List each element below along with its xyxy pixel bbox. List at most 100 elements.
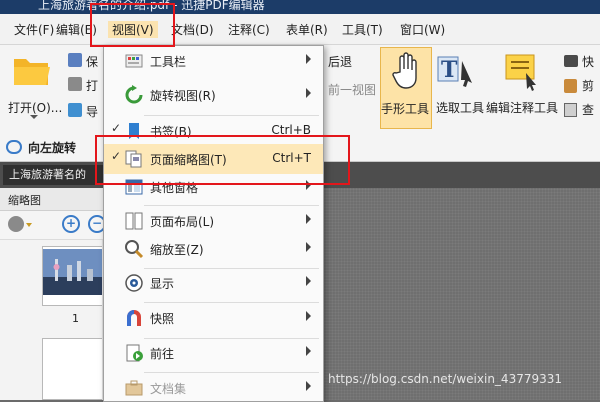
- bookmark-icon: [124, 121, 144, 141]
- menu-item-snapshot[interactable]: 快照: [104, 303, 323, 333]
- menu-item-zoom-to[interactable]: 缩放至(Z): [104, 234, 323, 264]
- page-number-label: 1: [72, 312, 79, 325]
- menu-item-page-thumbnails[interactable]: ✓ 页面缩略图(T) Ctrl+T: [104, 144, 323, 174]
- menu-item-display[interactable]: 显示: [104, 268, 323, 298]
- menu-item-label: 显示: [150, 277, 175, 291]
- document-tab[interactable]: 上海旅游著名的: [3, 165, 109, 185]
- submenu-arrow-icon: [306, 346, 311, 356]
- hand-tool-button[interactable]: 手形工具: [380, 47, 432, 129]
- open-button[interactable]: 打开(O)...: [6, 51, 63, 121]
- document-set-icon: [124, 378, 144, 398]
- hand-icon: [392, 52, 417, 89]
- open-dropdown-icon[interactable]: [30, 115, 38, 119]
- menu-item-label: 工具栏: [150, 55, 187, 69]
- page-thumbnail-2[interactable]: [42, 338, 104, 400]
- page-layout-icon: [124, 211, 144, 231]
- export-label: 导: [86, 105, 99, 119]
- quick-label: 快: [582, 55, 595, 69]
- menu-item-label: 前往: [150, 347, 175, 361]
- open-label: 打开(O)...: [8, 101, 63, 115]
- save-label: 保: [86, 55, 99, 69]
- print-label: 打: [86, 79, 99, 93]
- title-bar: 上海旅游著名的介绍.pdf - 迅捷PDF编辑器: [0, 0, 600, 14]
- menu-edit[interactable]: 编辑(E): [56, 21, 97, 38]
- search-button[interactable]: 查: [564, 101, 598, 119]
- export-button[interactable]: 导: [68, 101, 102, 121]
- menu-item-label: 其他窗格: [150, 181, 199, 195]
- check-icon: ✓: [111, 121, 122, 135]
- menu-item-shortcut: Ctrl+B: [271, 123, 311, 137]
- edit-annotation-tool-button[interactable]: 编辑注释工具: [486, 47, 560, 129]
- submenu-arrow-icon: [306, 381, 311, 391]
- display-icon: [124, 273, 144, 293]
- hand-tool-label: 手形工具: [381, 102, 430, 116]
- menu-item-label: 文档集: [150, 382, 187, 396]
- toolbar-icon: [124, 51, 144, 71]
- thumbnail-toolbar: + −: [0, 211, 108, 240]
- menu-item-shortcut: Ctrl+T: [272, 151, 311, 165]
- camera-icon: [564, 55, 578, 67]
- zoom-in-icon[interactable]: +: [62, 215, 80, 233]
- window-title: 上海旅游著名的介绍.pdf - 迅捷PDF编辑器: [38, 0, 265, 12]
- annotation-icon: [505, 54, 536, 91]
- settings-dropdown-icon[interactable]: [26, 223, 32, 227]
- print-icon: [68, 77, 82, 91]
- thumbnail-panel-header: 缩略图: [0, 188, 108, 211]
- select-tool-label: 选取工具: [436, 101, 485, 115]
- menu-item-label: 书签(B): [150, 125, 192, 139]
- menu-window[interactable]: 窗口(W): [400, 21, 445, 38]
- menu-item-label: 缩放至(Z): [150, 243, 204, 257]
- menu-item-label: 快照: [150, 312, 175, 326]
- menu-item-rotate-view[interactable]: 旋转视图(R): [104, 80, 323, 110]
- previous-view-button[interactable]: 前一视图: [328, 81, 376, 98]
- submenu-arrow-icon: [306, 311, 311, 321]
- view-menu-dropdown: 工具栏 旋转视图(R) ✓ 书签(B) Ctrl+B ✓ 页面缩略图(T) Ct…: [103, 45, 324, 402]
- submenu-arrow-icon: [306, 88, 311, 98]
- save-icon: [68, 53, 82, 67]
- save-button[interactable]: 保: [68, 51, 102, 71]
- back-button[interactable]: 后退: [328, 53, 352, 70]
- submenu-arrow-icon: [306, 180, 311, 190]
- menu-file[interactable]: 文件(F): [14, 21, 54, 38]
- menu-document[interactable]: 文档(D): [171, 21, 214, 38]
- settings-gear-icon[interactable]: [8, 216, 24, 232]
- menu-item-label: 页面缩略图(T): [150, 153, 227, 167]
- thumbnail-list: 1: [0, 240, 104, 400]
- rotate-view-icon: [124, 85, 144, 105]
- menu-comment[interactable]: 注释(C): [228, 21, 270, 38]
- edit-annotation-label: 编辑注释工具: [486, 101, 559, 115]
- thumbnail-panel: 缩略图 + − 1: [0, 188, 109, 400]
- submenu-arrow-icon: [306, 214, 311, 224]
- thumbnail-panel-title: 缩略图: [8, 194, 41, 207]
- clipboard-label: 剪: [582, 79, 595, 93]
- svg-text:T: T: [441, 57, 458, 83]
- page-thumbnail-icon: [124, 149, 144, 169]
- print-button[interactable]: 打: [68, 75, 102, 95]
- submenu-arrow-icon: [306, 54, 311, 64]
- select-text-icon: T: [437, 56, 472, 87]
- submenu-arrow-icon: [306, 276, 311, 286]
- menu-form[interactable]: 表单(R): [286, 21, 328, 38]
- menu-view[interactable]: 视图(V): [108, 21, 158, 38]
- watermark-text: https://blog.csdn.net/weixin_43779331: [328, 372, 563, 386]
- other-panes-icon: [124, 177, 144, 197]
- menu-item-go-to[interactable]: 前往: [104, 338, 323, 368]
- menu-item-toolbar[interactable]: 工具栏: [104, 46, 323, 76]
- menu-item-document-set[interactable]: 文档集: [104, 373, 323, 401]
- export-icon: [68, 103, 82, 117]
- menu-item-page-layout[interactable]: 页面布局(L): [104, 206, 323, 236]
- skyline-thumbnail-image: [43, 249, 103, 295]
- rotate-left-button[interactable]: 向左旋转: [6, 138, 96, 158]
- submenu-arrow-icon: [306, 242, 311, 252]
- snapshot-quick-button[interactable]: 快: [564, 53, 598, 71]
- select-tool-button[interactable]: T 选取工具: [434, 47, 484, 129]
- goto-icon: [124, 343, 144, 363]
- menu-item-other-panes[interactable]: 其他窗格: [104, 172, 323, 202]
- zoom-icon: [124, 239, 144, 259]
- menu-item-bookmark[interactable]: ✓ 书签(B) Ctrl+B: [104, 116, 323, 146]
- clipboard-button[interactable]: 剪: [564, 77, 598, 95]
- menu-tools[interactable]: 工具(T): [342, 21, 383, 38]
- page-thumbnail-1[interactable]: [42, 246, 104, 306]
- find-label: 查: [582, 103, 595, 117]
- clipboard-icon: [564, 79, 577, 93]
